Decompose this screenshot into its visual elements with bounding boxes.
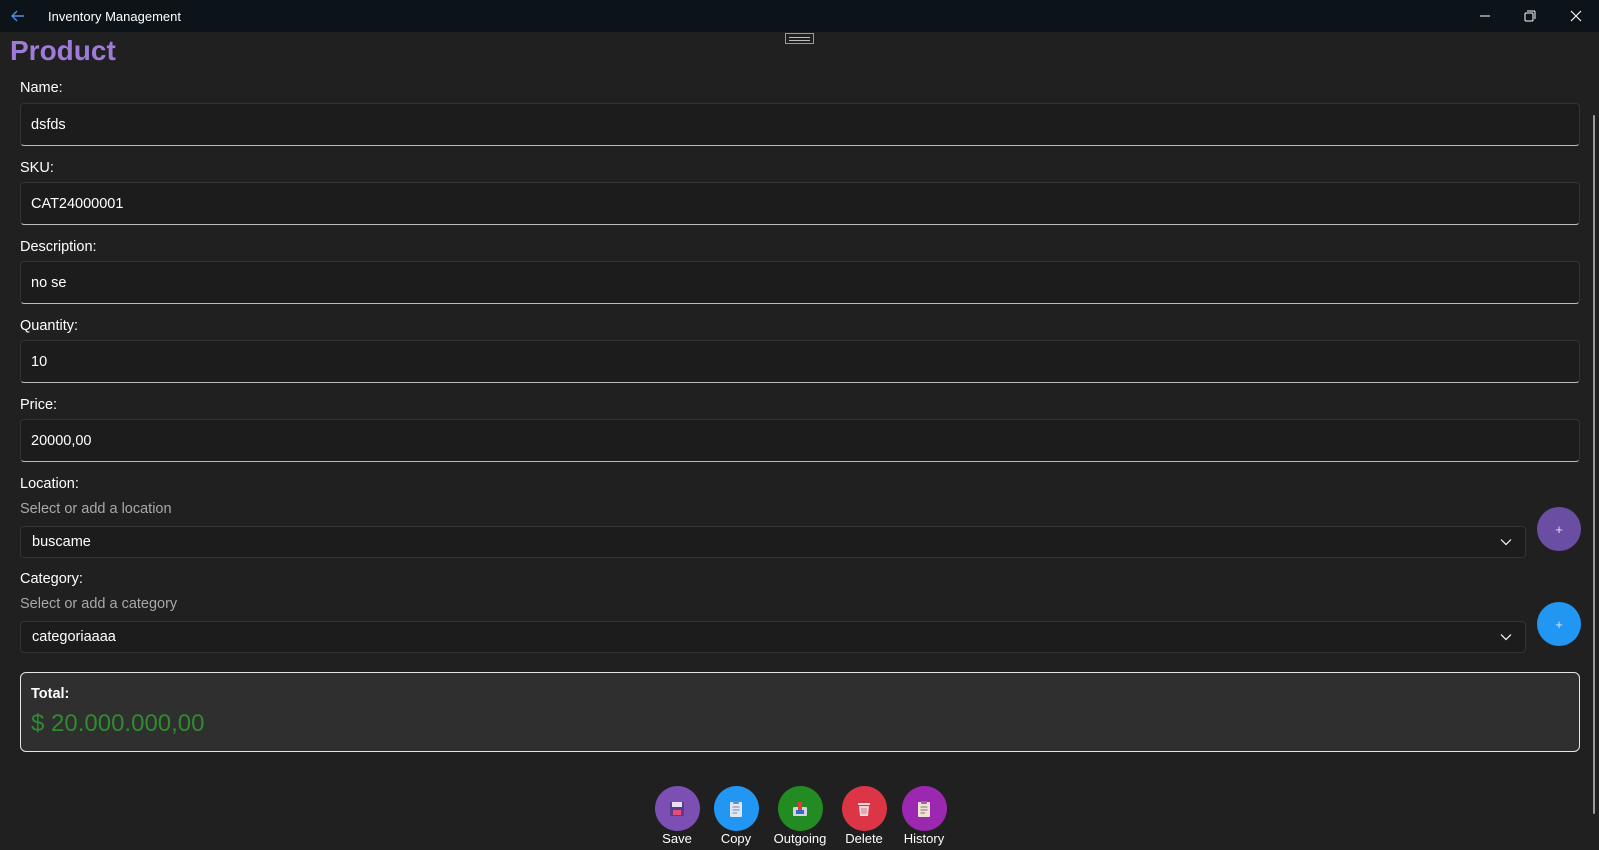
close-button[interactable]: [1554, 0, 1598, 32]
copy-label: Copy: [720, 831, 752, 846]
name-label: Name:: [20, 80, 63, 96]
trash-icon: [841, 786, 887, 831]
close-icon: [1570, 10, 1582, 22]
minimize-icon: [1480, 15, 1490, 17]
page-title: Product: [10, 35, 116, 66]
add-location-button[interactable]: +: [1537, 507, 1581, 551]
quantity-input[interactable]: [20, 340, 1580, 383]
plus-icon: +: [1555, 521, 1563, 537]
category-hint: Select or add a category: [20, 596, 178, 612]
delete-label: Delete: [845, 831, 883, 846]
outgoing-icon: [777, 786, 823, 831]
history-label: History: [903, 831, 945, 846]
outgoing-label: Outgoing: [773, 831, 827, 846]
category-selected-value: categoriaaaa: [32, 629, 116, 645]
price-label: Price:: [20, 397, 58, 413]
minimize-button[interactable]: [1463, 0, 1507, 32]
copy-button[interactable]: Copy: [701, 786, 771, 846]
plus-icon: +: [1555, 616, 1563, 632]
total-value: $ 20.000.000,00: [31, 710, 205, 737]
total-label: Total:: [31, 686, 70, 702]
location-hint: Select or add a location: [20, 501, 172, 517]
history-button[interactable]: History: [889, 786, 959, 846]
category-label: Category:: [20, 571, 83, 587]
restore-icon: [1524, 10, 1536, 22]
title-bar: Inventory Management: [0, 0, 1599, 32]
location-combobox[interactable]: buscame: [20, 526, 1526, 558]
arrow-left-icon: [11, 10, 24, 22]
drag-handle-icon[interactable]: [785, 33, 814, 44]
copy-icon: [713, 786, 759, 831]
save-icon: [654, 786, 700, 831]
app-title: Inventory Management: [48, 9, 181, 24]
vertical-scrollbar[interactable]: [1593, 115, 1595, 814]
category-combobox[interactable]: categoriaaaa: [20, 621, 1526, 653]
description-input[interactable]: [20, 261, 1580, 304]
chevron-down-icon: [1498, 629, 1514, 645]
sku-input[interactable]: [20, 182, 1580, 225]
location-selected-value: buscame: [32, 534, 91, 550]
description-label: Description:: [20, 239, 97, 255]
price-input[interactable]: [20, 419, 1580, 462]
save-label: Save: [662, 831, 692, 846]
total-panel: Total: $ 20.000.000,00: [20, 672, 1580, 752]
restore-button[interactable]: [1508, 0, 1552, 32]
chevron-down-icon: [1498, 534, 1514, 550]
sku-label: SKU:: [20, 160, 54, 176]
back-button[interactable]: [6, 4, 30, 28]
location-label: Location:: [20, 476, 79, 492]
add-category-button[interactable]: +: [1537, 602, 1581, 646]
quantity-label: Quantity:: [20, 318, 79, 334]
outgoing-button[interactable]: Outgoing: [765, 786, 835, 846]
history-icon: [901, 786, 947, 831]
name-input[interactable]: [20, 103, 1580, 146]
